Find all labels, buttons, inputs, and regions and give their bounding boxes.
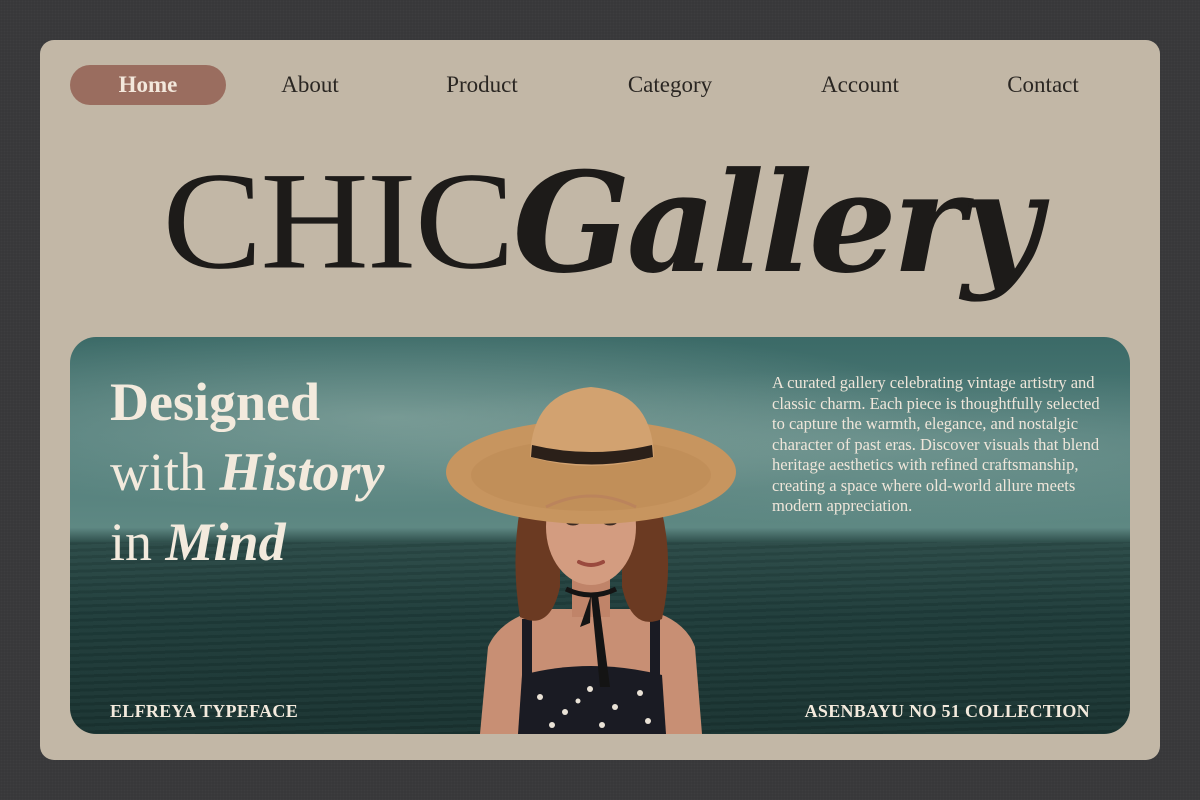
nav-about[interactable]: About <box>262 65 358 105</box>
hero-title: Designed with History in Mind <box>110 367 385 577</box>
headline-chic: CHIC <box>162 143 514 299</box>
nav-home[interactable]: Home <box>70 65 226 105</box>
nav-category[interactable]: Category <box>610 65 730 105</box>
footer-collection-label: ASENBAYU NO 51 COLLECTION <box>804 701 1090 721</box>
hero-title-line2-emph: History <box>219 442 385 502</box>
hero-banner: Designed with History in Mind A curated … <box>70 337 1130 734</box>
hero-title-line3-plain: in <box>110 512 166 572</box>
landing-card: Home About Product Category Account Cont… <box>40 40 1160 760</box>
brand-headline: CHICGallery <box>40 135 1160 325</box>
nav-contact[interactable]: Contact <box>990 65 1096 105</box>
hero-photo-woman-in-hat <box>446 387 736 734</box>
hero-description: A curated gallery celebrating vintage ar… <box>772 373 1100 515</box>
nav-product[interactable]: Product <box>428 65 536 105</box>
hero-title-line2-plain: with <box>110 442 220 502</box>
nav-account[interactable]: Account <box>806 65 914 105</box>
footer-typeface-label: ELFREYA TYPEFACE <box>110 701 299 721</box>
hero-title-line3-emph: Mind <box>165 512 286 572</box>
headline-gallery: Gallery <box>512 141 1042 304</box>
hero-title-line1: Designed <box>110 372 321 432</box>
top-navigation: Home About Product Category Account Cont… <box>40 65 1160 105</box>
